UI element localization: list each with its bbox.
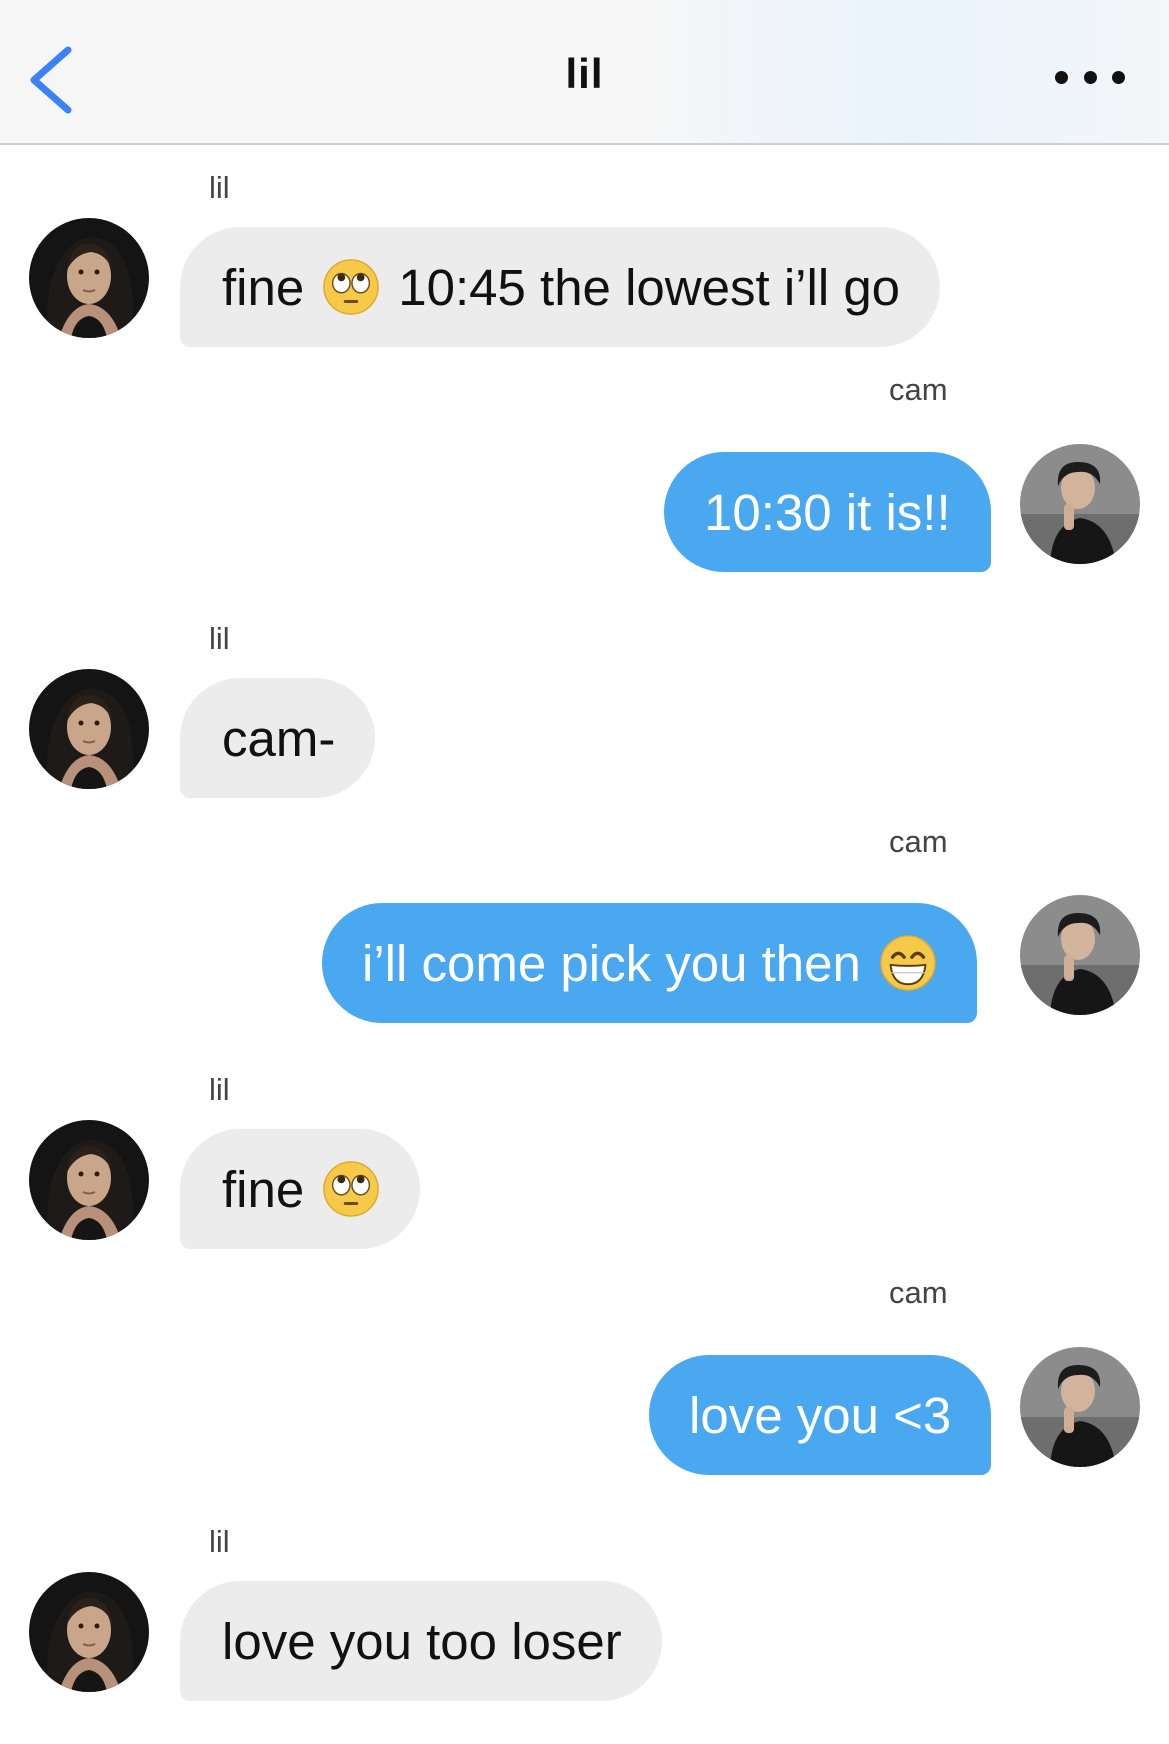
avatar-cam[interactable]	[1020, 895, 1140, 1015]
sender-name: lil	[209, 170, 230, 205]
sender-name: lil	[209, 1524, 230, 1559]
avatar-cam[interactable]	[1020, 1347, 1140, 1467]
profile-photo-icon	[29, 218, 149, 338]
eye-roll-emoji-icon	[322, 258, 380, 316]
sender-name: cam	[889, 1275, 948, 1310]
message-text: cam-	[222, 709, 336, 767]
more-dot-icon	[1055, 70, 1068, 84]
avatar-lil[interactable]	[29, 1572, 149, 1692]
message-bubble-incoming[interactable]: fine	[180, 1129, 421, 1249]
sender-name: lil	[209, 621, 230, 656]
profile-photo-icon	[29, 669, 149, 789]
profile-photo-icon	[29, 1120, 149, 1240]
sender-name: cam	[889, 372, 948, 407]
message-text: fine	[222, 1160, 305, 1218]
message-text: i’ll come pick you then	[362, 934, 861, 992]
message-bubble-outgoing[interactable]: i’ll come pick you then	[322, 903, 977, 1023]
profile-photo-icon	[29, 1572, 149, 1692]
more-dot-icon	[1083, 70, 1097, 84]
message-bubble-outgoing[interactable]: 10:30 it is!!	[664, 452, 991, 572]
chat-header: lil	[0, 0, 1169, 145]
conversation-title[interactable]: lil	[0, 50, 1169, 98]
profile-photo-icon	[1020, 895, 1140, 1015]
message-bubble-incoming[interactable]: fine 10:45 the lowest i’ll go	[180, 227, 941, 347]
profile-photo-icon	[1020, 1347, 1140, 1467]
avatar-lil[interactable]	[29, 218, 149, 338]
more-dot-icon	[1112, 70, 1125, 84]
grinning-emoji-icon	[879, 934, 937, 992]
eye-roll-emoji-icon	[322, 1160, 380, 1218]
message-text: love you too loser	[222, 1612, 622, 1670]
avatar-lil[interactable]	[29, 1120, 149, 1240]
message-bubble-outgoing[interactable]: love you <3	[649, 1355, 992, 1475]
message-bubble-incoming[interactable]: cam-	[180, 678, 376, 798]
message-text: love you <3	[689, 1386, 952, 1444]
message-text: 10:45 the lowest i’ll go	[398, 258, 901, 316]
message-bubble-incoming[interactable]: love you too loser	[180, 1581, 662, 1701]
avatar-cam[interactable]	[1020, 444, 1140, 564]
avatar-lil[interactable]	[29, 669, 149, 789]
message-text: fine	[222, 258, 305, 316]
more-options-button[interactable]	[1055, 66, 1125, 88]
sender-name: lil	[209, 1072, 230, 1107]
sender-name: cam	[889, 824, 948, 859]
message-list[interactable]: lil fine 10:45 the lowest i’ll go cam 10…	[0, 147, 1169, 1744]
message-text: 10:30 it is!!	[704, 483, 951, 541]
profile-photo-icon	[1020, 444, 1140, 564]
